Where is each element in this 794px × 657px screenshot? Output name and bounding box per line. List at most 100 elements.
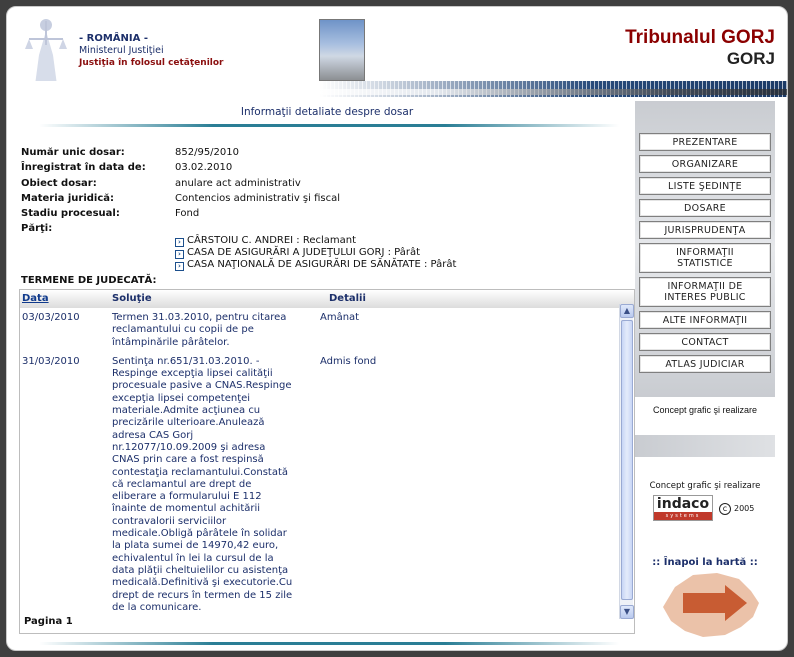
- solutie-line: materiale.Admite acţiunea cu: [112, 405, 261, 417]
- bottom-divider: [39, 642, 619, 645]
- hearings-table: Data Soluţie Detalii 03/03/2010 Termen 3…: [19, 289, 635, 634]
- solutie-line: că reclamantul are drept de: [112, 478, 252, 490]
- page-frame: - ROMÂNIA - Ministerul Justiţiei Justiţi…: [6, 6, 788, 651]
- ministry-brand: - ROMÂNIA - Ministerul Justiţiei Justiţi…: [79, 33, 224, 69]
- solutie-line: precizările ulterioare.Anulează: [112, 417, 265, 429]
- detail-value: 03.02.2010: [175, 162, 233, 174]
- solutie-line: Sentinţa nr.651/31.03.2010. -: [112, 355, 260, 367]
- table-row: 03/03/2010 Termen 31.03.2010, pentru cit…: [20, 312, 616, 349]
- solutie-line: drept de recurs în termen de 15 zile: [112, 589, 293, 601]
- vendor-name: indaco: [656, 496, 710, 512]
- party-name: CÂRSTOIU C. ANDREI : Reclamant: [187, 235, 357, 246]
- detail-value: Contencios administrativ şi fiscal: [175, 192, 340, 204]
- sidebar-divider-bar: [635, 435, 775, 457]
- nav-informatii-statistice[interactable]: INFORMAŢII STATISTICE: [639, 243, 771, 273]
- solutie-line: Respinge excepţia lipsei calităţii: [112, 368, 273, 380]
- row-spacer: [20, 349, 616, 356]
- detail-value: anulare act administrativ: [175, 177, 301, 189]
- solutie-line: CNAS prin care a fost respinsă: [112, 454, 264, 466]
- nav-atlas-judiciar[interactable]: ATLAS JUDICIAR: [639, 355, 771, 373]
- solutie-line: contestaţia reclamantului.Constată: [112, 466, 289, 478]
- nav-dosare[interactable]: DOSARE: [639, 199, 771, 217]
- solutie-line: medicală.Definitivă şi executorie.Cu: [112, 577, 293, 589]
- vendor-sub: systems: [654, 512, 712, 520]
- nav-prezentare[interactable]: PREZENTARE: [639, 133, 771, 151]
- solutie-line: întâmpinările pârâtelor.: [112, 336, 230, 348]
- solutie-line: de la comunicare.: [112, 601, 202, 613]
- court-county: GORJ: [726, 49, 775, 68]
- detail-value: 852/95/2010: [175, 147, 239, 158]
- solutie-line: echivalentul în lei la cursul de la: [112, 552, 274, 564]
- row-solutie: Termen 31.03.2010, pentru citarea reclama…: [112, 312, 324, 349]
- party-name: CASA DE ASIGURĂRI A JUDEŢULUI GORJ : Pâr…: [187, 247, 421, 258]
- solutie-line: procesuale pasive a CNAS.Respinge: [112, 380, 292, 392]
- arrow-right-icon: ›: [175, 238, 184, 247]
- detail-label: Obiect dosar:: [21, 177, 97, 189]
- court-title: Tribunalul GORJ GORJ: [625, 27, 775, 69]
- arrow-right-icon: ›: [175, 262, 184, 271]
- arrow-right-icon: ›: [175, 250, 184, 259]
- party-item[interactable]: › CÂRSTOIU C. ANDREI : Reclamant: [175, 235, 456, 247]
- parties-list: › CÂRSTOIU C. ANDREI : Reclamant › CASA DE…: [175, 235, 456, 271]
- table-row: 31/03/2010 Sentinţa nr.651/31.03.2010. -…: [20, 356, 616, 614]
- nav-panel: PREZENTARE ORGANIZARE LISTE ŞEDINŢE DOSA…: [635, 101, 775, 397]
- party-name: CASA NAŢIONALĂ DE ASIGURĂRI DE SĂNĂTATE …: [187, 259, 457, 270]
- scroll-thumb[interactable]: [621, 320, 633, 600]
- back-to-map-link[interactable]: :: Înapoi la hartă ::: [635, 557, 775, 568]
- table-rows: 03/03/2010 Termen 31.03.2010, pentru cit…: [20, 312, 616, 614]
- solutie-line: contravalorii serviciilor: [112, 515, 227, 527]
- copyright: c 2005: [719, 503, 754, 515]
- solutie-line: excepţia lipsei competenţei: [112, 392, 251, 404]
- row-detalii: Amânat: [320, 312, 360, 323]
- title-divider: [39, 124, 619, 127]
- row-solutie: Sentinţa nr.651/31.03.2010. - Respinge ex…: [112, 356, 324, 614]
- romania-map-icon[interactable]: [655, 569, 765, 641]
- nav-alte-informatii[interactable]: ALTE INFORMAŢII: [639, 311, 771, 329]
- court-name: Tribunalul GORJ: [625, 27, 775, 48]
- solutie-line: adresa CAS Gorj: [112, 429, 194, 441]
- detail-label: Stadiu procesual:: [21, 208, 120, 220]
- solutie-line: la plata sumei de 14970,42 euro,: [112, 540, 279, 552]
- solutie-line: eliberare a formularului E 112: [112, 491, 262, 503]
- nav-informatii-interes-public[interactable]: INFORMAŢII DE INTERES PUBLIC: [639, 277, 771, 307]
- detail-value: Fond: [175, 208, 200, 220]
- vendor-logo[interactable]: indaco systems: [653, 495, 713, 521]
- sidebar: PREZENTARE ORGANIZARE LISTE ŞEDINŢE DOSA…: [635, 101, 775, 646]
- scroll-up-icon[interactable]: ▲: [620, 304, 634, 318]
- main-content: Informaţii detaliate despre dosar Număr …: [19, 101, 635, 646]
- copyright-icon: c: [719, 503, 731, 515]
- courthouse-photo: [319, 19, 365, 81]
- column-header-solutie: Soluţie: [112, 293, 152, 304]
- detail-label: Înregistrat în data de:: [21, 162, 146, 174]
- concept-label-2: Concept grafic şi realizare: [649, 481, 761, 491]
- nav-organizare[interactable]: ORGANIZARE: [639, 155, 771, 173]
- lady-justice-icon: [25, 19, 67, 85]
- nav-contact[interactable]: CONTACT: [639, 333, 771, 351]
- country-label: - ROMÂNIA -: [79, 33, 148, 44]
- detail-label: Materia juridică:: [21, 192, 115, 204]
- row-date: 31/03/2010: [22, 355, 80, 367]
- nav-jurisprudenta[interactable]: JURISPRUDENŢA: [639, 221, 771, 239]
- detail-label: Părţi:: [21, 223, 53, 235]
- row-detalii: Admis fond: [320, 355, 377, 367]
- solutie-line: medicale.Obligă pârâtele în solidar: [112, 528, 287, 540]
- solutie-line: înainte de momentul achitării: [112, 503, 261, 515]
- solutie-line: reclamantului cu copii de pe: [112, 324, 254, 336]
- detail-label: Număr unic dosar:: [21, 147, 125, 158]
- motto-label: Justiţia în folosul cetăţenilor: [79, 58, 224, 68]
- column-header-data[interactable]: Data: [22, 293, 49, 304]
- solutie-line: nr.12077/10.09.2009 şi adresa: [112, 441, 266, 453]
- table-scrollbar[interactable]: ▲ ▼: [619, 304, 634, 619]
- solutie-line: data plăţii cheltuielilor cu asistenţa: [112, 564, 289, 576]
- party-item[interactable]: › CASA NAŢIONALĂ DE ASIGURĂRI DE SĂNĂTATE…: [175, 259, 456, 271]
- ministry-label: Ministerul Justiţiei: [79, 45, 164, 56]
- nav-liste-sedinte[interactable]: LISTE ŞEDINŢE: [639, 177, 771, 195]
- party-item[interactable]: › CASA DE ASIGURĂRI A JUDEŢULUI GORJ : Pâ…: [175, 247, 456, 259]
- site-header: - ROMÂNIA - Ministerul Justiţiei Justiţi…: [7, 7, 787, 99]
- hearings-title: TERMENE DE JUDECATĂ:: [21, 275, 157, 286]
- column-header-detalii: Detalii: [329, 293, 366, 304]
- scroll-down-icon[interactable]: ▼: [620, 605, 634, 619]
- row-date: 03/03/2010: [22, 312, 80, 323]
- header-stripes-dark: [7, 89, 787, 95]
- section-title: Informaţii detaliate despre dosar: [240, 106, 414, 118]
